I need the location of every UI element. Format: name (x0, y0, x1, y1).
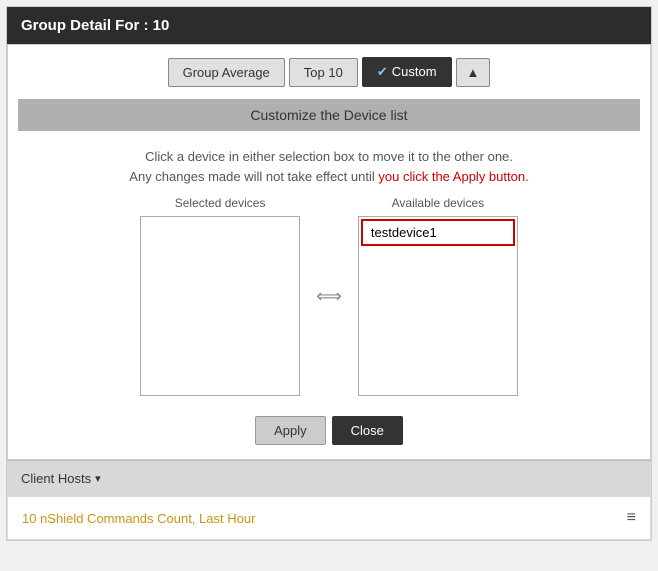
page-header: Group Detail For : 10 (7, 7, 651, 44)
client-hosts-bar[interactable]: Client Hosts ▾ (7, 460, 651, 496)
transfer-arrow-icon: ⟺ (310, 286, 348, 307)
close-button[interactable]: Close (332, 416, 403, 445)
selected-devices-column: Selected devices (140, 196, 300, 396)
section-title: Customize the Device list (18, 99, 640, 131)
list-item[interactable]: testdevice1 (361, 219, 515, 246)
custom-button[interactable]: ✔ Custom (362, 57, 452, 87)
info-line2-highlight: you click the Apply button. (378, 169, 528, 184)
apply-button[interactable]: Apply (255, 416, 326, 445)
info-line2-before: Any changes made will not take effect un… (129, 169, 378, 184)
selected-devices-listbox[interactable] (140, 216, 300, 396)
main-content: Group Average Top 10 ✔ Custom ▲ Customize… (7, 44, 651, 460)
selected-devices-label: Selected devices (175, 196, 266, 210)
top10-button[interactable]: Top 10 (289, 58, 358, 87)
group-average-button[interactable]: Group Average (168, 58, 285, 87)
chart-title: 10 nShield Commands Count, Last Hour (22, 511, 255, 526)
client-hosts-dropdown-arrow: ▾ (95, 472, 101, 485)
available-devices-column: Available devices testdevice1 (358, 196, 518, 396)
toolbar: Group Average Top 10 ✔ Custom ▲ (8, 45, 650, 99)
info-text: Click a device in either selection box t… (8, 141, 650, 196)
chevron-up-button[interactable]: ▲ (456, 58, 491, 87)
available-devices-listbox[interactable]: testdevice1 (358, 216, 518, 396)
client-hosts-label: Client Hosts (21, 471, 91, 486)
custom-label: Custom (392, 64, 437, 79)
page-title: Group Detail For : 10 (21, 17, 169, 34)
device-lists: Selected devices ⟺ Available devices tes… (8, 196, 650, 406)
action-buttons: Apply Close (8, 406, 650, 459)
chart-menu-icon[interactable]: ≡ (627, 509, 636, 527)
check-icon: ✔ (377, 64, 388, 79)
info-line1: Click a device in either selection box t… (28, 147, 630, 167)
chart-area: 10 nShield Commands Count, Last Hour ≡ (7, 496, 651, 540)
info-line2: Any changes made will not take effect un… (28, 167, 630, 187)
available-devices-label: Available devices (392, 196, 485, 210)
